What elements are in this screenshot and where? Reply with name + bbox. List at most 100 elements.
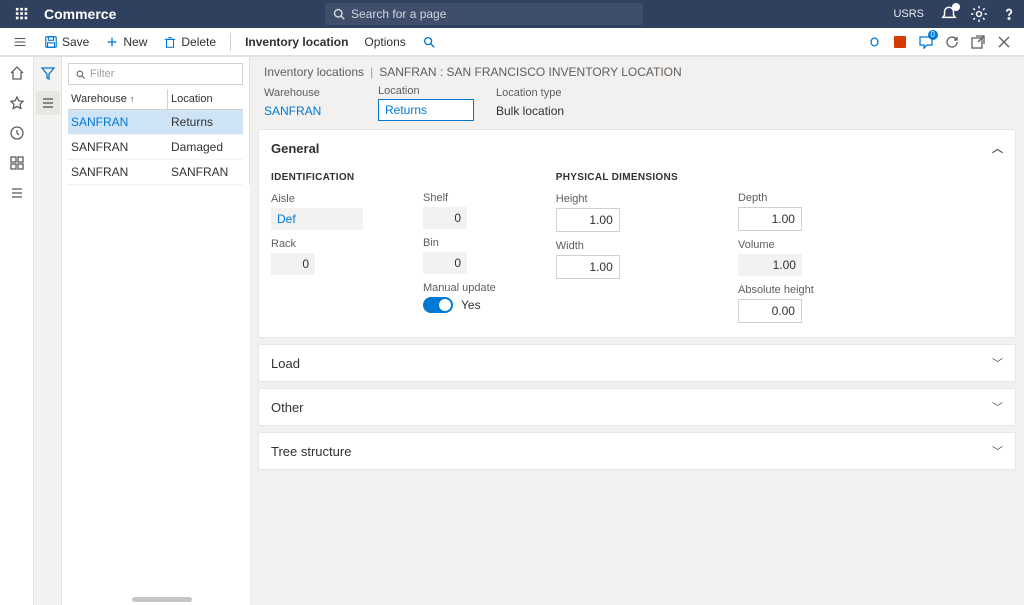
filter-funnel-icon[interactable] xyxy=(40,65,56,81)
notifications-icon[interactable] xyxy=(940,5,958,23)
options-button[interactable]: Options xyxy=(358,31,411,53)
trash-icon xyxy=(163,35,177,49)
plus-icon xyxy=(105,35,119,49)
col-header-warehouse[interactable]: Warehouse↑ xyxy=(68,89,168,109)
office-icon[interactable] xyxy=(892,34,908,50)
delete-button[interactable]: Delete xyxy=(157,31,222,53)
list-scrollbar[interactable] xyxy=(132,597,192,602)
ident-title: IDENTIFICATION xyxy=(271,172,363,183)
action-sep xyxy=(230,33,231,51)
options-label: Options xyxy=(364,35,405,49)
help-icon[interactable] xyxy=(1000,5,1018,23)
bin-input[interactable] xyxy=(423,252,467,274)
hf-location-input[interactable] xyxy=(378,99,474,121)
col-header-location[interactable]: Location xyxy=(168,89,243,109)
col-shelf-bin: Shelf Bin Manual update Yes xyxy=(423,172,496,323)
section-tree-structure[interactable]: Tree structure ﹀ xyxy=(258,432,1016,470)
save-label: Save xyxy=(62,35,89,49)
shelf-label: Shelf xyxy=(423,192,496,204)
section-general-title: General xyxy=(271,141,319,156)
crumb-root[interactable]: Inventory locations xyxy=(264,65,364,79)
section-other-title: Other xyxy=(271,400,304,415)
col-physical-dimensions-1: PHYSICAL DIMENSIONS Height Width xyxy=(556,172,678,323)
top-nav: Commerce USRS xyxy=(0,0,1024,28)
find-button[interactable] xyxy=(416,31,442,53)
hf-location-type-label: Location type xyxy=(496,87,626,99)
filter-input[interactable] xyxy=(90,68,236,80)
col-physical-dimensions-2: Depth Volume Absolute height xyxy=(738,172,814,323)
notif-badge xyxy=(952,3,960,11)
sort-asc-icon: ↑ xyxy=(130,94,135,104)
settings-gear-icon[interactable] xyxy=(970,5,988,23)
field-depth: Depth xyxy=(738,192,814,231)
chevron-up-icon: ︿ xyxy=(992,140,1003,156)
list-row[interactable]: SANFRANSANFRAN xyxy=(68,160,243,185)
depth-input[interactable] xyxy=(738,207,802,231)
crumb-current: SANFRAN : SAN FRANCISCO INVENTORY LOCATI… xyxy=(379,65,682,79)
list-cell-location: Returns xyxy=(171,115,240,129)
global-search[interactable] xyxy=(325,3,643,25)
search-input[interactable] xyxy=(351,7,635,21)
user-label[interactable]: USRS xyxy=(893,8,924,20)
msg-badge: 0 xyxy=(928,30,938,40)
filter-search-icon xyxy=(75,69,86,80)
list-cell-warehouse: SANFRAN xyxy=(71,165,171,179)
app-launcher-icon[interactable] xyxy=(8,0,36,28)
home-icon[interactable] xyxy=(9,65,25,81)
content-area: Inventory locations | SANFRAN : SAN FRAN… xyxy=(250,57,1024,605)
list-cell-warehouse: SANFRAN xyxy=(71,140,171,154)
manual-label: Manual update xyxy=(423,282,496,294)
refresh-icon[interactable] xyxy=(944,34,960,50)
width-label: Width xyxy=(556,240,678,252)
new-button[interactable]: New xyxy=(99,31,153,53)
manual-toggle[interactable] xyxy=(423,297,453,313)
modules-icon[interactable] xyxy=(9,185,25,201)
width-input[interactable] xyxy=(556,255,620,279)
search-icon xyxy=(333,8,345,20)
page-title-button[interactable]: Inventory location xyxy=(239,31,354,53)
chevron-down-icon: ﹀ xyxy=(992,399,1003,415)
filter-box[interactable] xyxy=(68,63,243,85)
main-layout: Warehouse↑ Location SANFRANReturnsSANFRA… xyxy=(0,56,1024,605)
recent-icon[interactable] xyxy=(9,125,25,141)
rack-label: Rack xyxy=(271,238,363,250)
chevron-down-icon: ﹀ xyxy=(992,355,1003,371)
hf-location-type-value[interactable]: Bulk location xyxy=(496,101,626,121)
aisle-input[interactable] xyxy=(271,208,363,230)
favorites-icon[interactable] xyxy=(9,95,25,111)
list-row[interactable]: SANFRANReturns xyxy=(68,110,243,135)
height-input[interactable] xyxy=(556,208,620,232)
list-cell-warehouse: SANFRAN xyxy=(71,115,171,129)
hf-warehouse-value[interactable]: SANFRAN xyxy=(264,101,360,121)
close-icon[interactable] xyxy=(996,34,1012,50)
field-aisle: Aisle xyxy=(271,193,363,230)
hf-warehouse: Warehouse SANFRAN xyxy=(264,87,360,121)
abs-input[interactable] xyxy=(738,299,802,323)
breadcrumb: Inventory locations | SANFRAN : SAN FRAN… xyxy=(250,57,1024,83)
popout-icon[interactable] xyxy=(970,34,986,50)
delete-label: Delete xyxy=(181,35,216,49)
field-height: Height xyxy=(556,193,678,232)
search-action-icon xyxy=(422,35,436,49)
rack-input[interactable] xyxy=(271,253,315,275)
hf-location-label: Location xyxy=(378,85,478,97)
attachments-icon[interactable] xyxy=(866,34,882,50)
chevron-down-icon: ﹀ xyxy=(992,443,1003,459)
section-load[interactable]: Load ﹀ xyxy=(258,344,1016,382)
field-rack: Rack xyxy=(271,238,363,275)
page-title-label: Inventory location xyxy=(245,35,348,49)
nav-pane-toggle-icon[interactable] xyxy=(6,28,34,56)
shelf-input[interactable] xyxy=(423,207,467,229)
save-button[interactable]: Save xyxy=(38,31,95,53)
section-other[interactable]: Other ﹀ xyxy=(258,388,1016,426)
list-row[interactable]: SANFRANDamaged xyxy=(68,135,243,160)
field-absolute-height: Absolute height xyxy=(738,284,814,323)
workspaces-icon[interactable] xyxy=(9,155,25,171)
volume-label: Volume xyxy=(738,239,814,251)
list-view-icon[interactable] xyxy=(36,91,60,115)
new-label: New xyxy=(123,35,147,49)
section-general-header[interactable]: General ︿ xyxy=(259,130,1015,166)
messages-icon[interactable]: 0 xyxy=(918,34,934,50)
section-general: General ︿ IDENTIFICATION Aisle Rack xyxy=(258,129,1016,338)
volume-input[interactable] xyxy=(738,254,802,276)
